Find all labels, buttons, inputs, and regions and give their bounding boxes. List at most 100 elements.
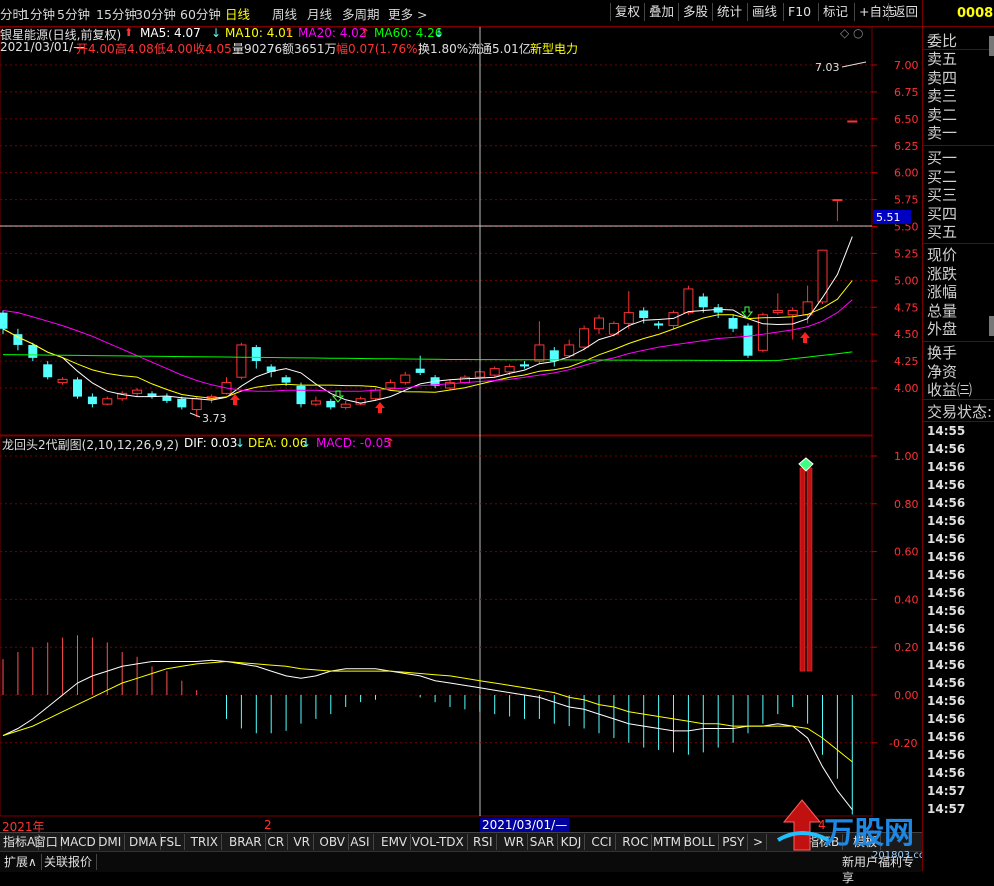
indicator-tab-3[interactable]: DMI: [95, 834, 126, 850]
indicator-tab-19[interactable]: ROC: [619, 834, 653, 850]
scroll-thumb[interactable]: [989, 36, 994, 56]
candle-body: [489, 368, 500, 376]
tick-time: 14:56: [927, 550, 966, 564]
indicator-tab-6[interactable]: TRIX: [188, 834, 223, 850]
candle-body: [296, 385, 306, 405]
candle-body: [132, 389, 143, 394]
main-y-tick-label: 7.00: [894, 59, 919, 72]
main-y-tick-label: 5.25: [894, 247, 919, 260]
stat-4: 外盘: [927, 320, 958, 338]
tick-time: 14:56: [927, 532, 966, 546]
candle-body: [340, 403, 351, 408]
indicator-tab-15[interactable]: WR: [501, 834, 528, 850]
indicator-tab-16[interactable]: SAR: [527, 834, 559, 850]
dea-label: DEA: 0.06: [248, 436, 308, 450]
ma10-line: [2, 280, 853, 399]
candle-body: [13, 334, 23, 345]
indicator-tab-11[interactable]: ASI: [347, 834, 374, 850]
indicator-tab-23[interactable]: >: [750, 834, 768, 850]
sub-y-tick-label: 0.60: [894, 546, 919, 559]
trade-status-label: 交易状态:: [927, 403, 993, 421]
tick-time: 14:56: [927, 766, 966, 780]
candle-body: [847, 120, 858, 123]
tick-time: 14:57: [927, 784, 966, 798]
indicator-tab-18[interactable]: CCI: [588, 834, 616, 850]
indicator-tab-9[interactable]: VR: [290, 834, 314, 850]
indicator-tab-17[interactable]: KDJ: [558, 834, 586, 850]
indicator-tab-13[interactable]: VOL-TDX: [409, 834, 468, 850]
candle-body: [73, 379, 82, 397]
low-price-label: 3.73: [202, 412, 227, 425]
candle-body: [326, 400, 336, 408]
candle-body: [385, 382, 396, 389]
buy-signal-arrow: [230, 394, 240, 405]
tick-time: 14:56: [927, 478, 966, 492]
candle-body: [579, 328, 590, 348]
main-y-tick-label: 5.75: [894, 194, 919, 207]
sub-y-tick-label: 1.00: [894, 450, 919, 463]
stock-code: 000862: [957, 6, 994, 21]
tick-time: 14:56: [927, 658, 966, 672]
tick-time: 14:56: [927, 712, 966, 726]
scroll-thumb[interactable]: [989, 316, 994, 336]
candle-body: [832, 199, 843, 202]
rp-divider: [923, 145, 994, 146]
rp-divider: [923, 399, 994, 400]
buy-signal-arrow: [375, 402, 385, 413]
tick-time: 14:56: [927, 640, 966, 654]
candle-body: [310, 400, 321, 405]
tick-time: 14:56: [927, 604, 966, 618]
main-y-tick-label: 4.50: [894, 328, 919, 341]
indicator-tab-7[interactable]: BRAR: [226, 834, 266, 850]
tick-time: 14:56: [927, 586, 966, 600]
price-tag-label: 5.51: [876, 211, 901, 224]
sell-level-1: 卖一: [927, 124, 958, 142]
x-label-feb: 2: [264, 818, 272, 832]
candle-body: [683, 288, 694, 314]
candle-body: [370, 389, 381, 400]
candle-body: [817, 249, 828, 303]
indicator-tab-12[interactable]: EMV: [378, 834, 412, 850]
main-chart-frame: [0, 26, 873, 436]
buy-level-5: 买五: [927, 223, 958, 241]
candle-body: [281, 377, 291, 383]
tick-time: 14:57: [927, 802, 966, 816]
indicator-tab-21[interactable]: BOLL: [681, 834, 719, 850]
candle-body: [623, 312, 634, 324]
down-arrow-icon: ↓: [235, 436, 246, 450]
main-y-tick-label: 5.00: [894, 274, 919, 287]
sub-chart-title[interactable]: 龙回头2代副图(2,10,12,26,9,2): [2, 436, 179, 453]
bottom-bar-item-0[interactable]: 扩展∧: [0, 854, 42, 870]
candle-body: [787, 309, 798, 316]
watermark: 万股网 201803.com: [772, 790, 935, 868]
candle-body: [400, 374, 411, 384]
main-y-tick-label: 4.75: [894, 301, 919, 314]
buy-signal-arrow: [800, 332, 810, 343]
candle-body: [639, 310, 649, 319]
macd-label: MACD: -0.05: [316, 436, 391, 450]
indicator-tab-20[interactable]: MTM: [650, 834, 686, 850]
logo-arrow-icon: [776, 799, 829, 851]
bottom-bar-item-1[interactable]: 关联报价: [40, 854, 98, 870]
indicator-tab-14[interactable]: RSI: [470, 834, 497, 850]
indicator-tab-5[interactable]: FSL: [157, 834, 185, 850]
indicator-tab-10[interactable]: OBV: [316, 834, 349, 850]
candle-body: [459, 376, 470, 384]
dif-label: DIF: 0.03: [184, 436, 238, 450]
sub-y-tick-label: 0.00: [894, 689, 919, 702]
candle-body: [654, 323, 664, 326]
candle-body: [608, 322, 619, 335]
candle-body: [102, 398, 113, 405]
indicator-tab-2[interactable]: MACD: [57, 834, 100, 850]
candle-body: [28, 344, 38, 358]
up-arrow-icon: ↑: [385, 436, 396, 450]
watermark-brand: 万股网: [824, 816, 914, 851]
indicator-tab-22[interactable]: PSY: [719, 834, 749, 850]
indicator-tab-8[interactable]: CR: [264, 834, 289, 850]
high-price-label: 7.03: [815, 61, 840, 74]
candle-body: [743, 325, 753, 356]
kline-chart-canvas[interactable]: 7.006.756.506.256.005.755.505.255.004.75…: [0, 0, 922, 832]
dea-line: [2, 660, 853, 763]
indicator-tab-4[interactable]: DMA: [126, 834, 161, 850]
tick-time: 14:56: [927, 694, 966, 708]
